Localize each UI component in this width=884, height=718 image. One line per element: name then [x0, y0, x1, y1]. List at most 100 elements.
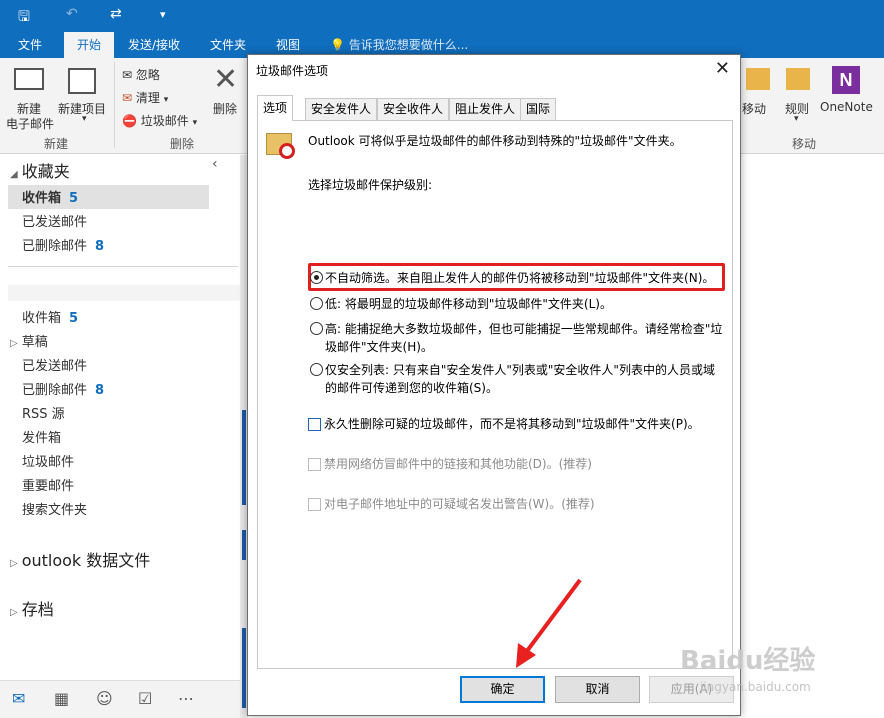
move-label[interactable]: 移动: [742, 100, 766, 117]
folder-outbox[interactable]: 发件箱: [22, 427, 61, 446]
junk-label: 垃圾邮件: [140, 114, 189, 128]
fav-inbox[interactable]: 收件箱 5: [22, 187, 78, 206]
archive-header[interactable]: ▷ 存档: [10, 596, 54, 620]
ignore-icon: ✉: [122, 68, 133, 82]
tab-safe-senders[interactable]: 安全发件人: [305, 98, 378, 120]
collapse-pane-icon[interactable]: ‹: [212, 156, 218, 172]
fav-deleted[interactable]: 已删除邮件 8: [22, 235, 104, 254]
tab-international[interactable]: 国际: [520, 98, 557, 120]
delete-x-icon[interactable]: ✕: [213, 62, 238, 97]
group-move-label: 移动: [792, 137, 817, 151]
block-icon: [279, 143, 295, 159]
expand-icon: ▷: [10, 338, 18, 349]
tab-home[interactable]: 开始: [64, 32, 114, 58]
tab-blocked-senders[interactable]: 阻止发件人: [449, 98, 522, 120]
folder-drafts-label: 草稿: [21, 335, 48, 350]
tab-send-receive[interactable]: 发送/接收: [124, 32, 184, 58]
folder-important-label: 重要邮件: [22, 479, 75, 494]
watermark-logo: Baidu经验: [680, 646, 816, 676]
expand-icon: ▷: [10, 607, 18, 618]
customize-toolbar-icon[interactable]: ▾: [160, 8, 166, 21]
favorites-header[interactable]: ◢ 收藏夹: [10, 158, 70, 182]
new-email-icon[interactable]: [14, 68, 44, 90]
option-safe-label-2[interactable]: 的邮件可传递到您的收件箱(S)。: [325, 379, 498, 397]
radio-high[interactable]: [310, 322, 323, 335]
folder-rss-label: RSS 源: [22, 407, 65, 422]
folder-junk-label: 垃圾邮件: [22, 455, 75, 470]
tab-safe-recipients[interactable]: 安全收件人: [377, 98, 450, 120]
rules-chevron-icon[interactable]: ▾: [794, 114, 799, 124]
new-items-icon[interactable]: [68, 68, 96, 94]
cancel-button[interactable]: 取消: [555, 676, 640, 703]
folder-important[interactable]: 重要邮件: [22, 475, 74, 494]
ignore-button[interactable]: ✉ 忽略: [122, 66, 160, 83]
folder-sent[interactable]: 已发送邮件: [22, 355, 87, 374]
archive-label: 存档: [21, 600, 54, 619]
fav-deleted-label: 已删除邮件: [22, 239, 88, 254]
warn-domain-label: 对电子邮件地址中的可疑域名发出警告(W)。(推荐): [324, 497, 595, 511]
message-indicator: [242, 410, 246, 505]
folder-deleted[interactable]: 已删除邮件 8: [22, 379, 104, 398]
chevron-down-icon[interactable]: ▾: [82, 114, 87, 124]
folder-junk[interactable]: 垃圾邮件: [22, 451, 74, 470]
junk-icon: ⛔: [122, 114, 137, 128]
option-no-filter-label[interactable]: 不自动筛选。来自阻止发件人的邮件仍将被移动到"垃圾邮件"文件夹(N)。: [325, 269, 714, 287]
options-panel: Outlook 可将似乎是垃圾邮件的邮件移动到特殊的"垃圾邮件"文件夹。 选择垃…: [257, 120, 733, 669]
perm-delete-label[interactable]: 永久性删除可疑的垃圾邮件，而不是将其移动到"垃圾邮件"文件夹(P)。: [324, 415, 700, 433]
title-bar: 🖫 ↶ ⇄ ▾: [0, 0, 884, 32]
fav-inbox-count: 5: [69, 191, 79, 206]
data-file-label: outlook 数据文件: [21, 551, 151, 570]
folder-drafts[interactable]: ▷ 草稿: [10, 331, 48, 350]
folder-rss[interactable]: RSS 源: [22, 403, 65, 422]
onenote-label[interactable]: OneNote: [820, 100, 873, 114]
folder-outbox-label: 发件箱: [22, 431, 62, 446]
dialog-title: 垃圾邮件选项: [256, 64, 329, 78]
folder-inbox[interactable]: 收件箱 5: [22, 307, 78, 326]
expand-icon: ▷: [10, 558, 18, 569]
new-email-label2[interactable]: 电子邮件: [6, 115, 54, 132]
fav-sent-label: 已发送邮件: [22, 215, 88, 230]
message-indicator: [242, 530, 246, 560]
perm-delete-checkbox[interactable]: [308, 418, 321, 431]
tab-file[interactable]: 文件: [14, 32, 46, 58]
folder-inbox-label: 收件箱: [22, 311, 62, 326]
save-icon[interactable]: 🖫: [18, 6, 30, 30]
radio-low[interactable]: [310, 297, 323, 310]
option-high-label[interactable]: 高: 能捕捉绝大多数垃圾邮件，但也可能捕捉一些常规邮件。请经常检查"垃: [325, 320, 722, 338]
clean-icon: ✉: [122, 91, 133, 105]
more-icon[interactable]: ⋯: [178, 689, 194, 708]
radio-no-filter[interactable]: [310, 271, 323, 284]
tab-folder[interactable]: 文件夹: [206, 32, 250, 58]
option-high-label-2[interactable]: 圾邮件"文件夹(H)。: [325, 338, 433, 356]
tab-options[interactable]: 选项: [257, 95, 294, 121]
warn-domain-checkbox: [308, 498, 321, 511]
clean-button[interactable]: ✉ 清理 ▾: [122, 89, 168, 106]
option-low-label[interactable]: 低: 将最明显的垃圾邮件移动到"垃圾邮件"文件夹(L)。: [325, 295, 612, 313]
close-icon[interactable]: ✕: [715, 58, 730, 79]
fav-sent[interactable]: 已发送邮件: [22, 211, 87, 230]
tasks-icon[interactable]: ☑: [138, 689, 152, 708]
junk-button[interactable]: ⛔ 垃圾邮件 ▾: [122, 112, 197, 129]
ok-button[interactable]: 确定: [460, 676, 545, 703]
folder-search-label: 搜索文件夹: [22, 503, 88, 518]
onenote-icon[interactable]: N: [832, 66, 860, 94]
calendar-icon[interactable]: ▦: [54, 689, 69, 708]
sync-icon[interactable]: ⇄: [110, 6, 122, 22]
mail-icon[interactable]: ✉: [12, 689, 25, 708]
folder-search[interactable]: 搜索文件夹: [22, 499, 87, 518]
data-file-header[interactable]: ▷ outlook 数据文件: [10, 547, 150, 571]
junk-options-dialog: 垃圾邮件选项 ✕ 选项 安全发件人 安全收件人 阻止发件人 国际 Outlook…: [247, 54, 741, 716]
undo-icon[interactable]: ↶: [66, 6, 78, 22]
people-icon[interactable]: ☺: [96, 689, 113, 708]
rules-icon[interactable]: [786, 68, 810, 90]
expand-icon: ◢: [10, 169, 18, 180]
option-safe-label[interactable]: 仅安全列表: 只有来自"安全发件人"列表或"安全收件人"列表中的人员或域: [325, 361, 715, 379]
folder-sent-label: 已发送邮件: [22, 359, 88, 374]
account-header[interactable]: [8, 285, 240, 301]
radio-safe-lists[interactable]: [310, 363, 323, 376]
red-arrow-annotation: [516, 578, 582, 668]
message-indicator: [242, 628, 246, 708]
move-folder-icon[interactable]: [746, 68, 770, 90]
delete-label[interactable]: 删除: [213, 100, 237, 117]
watermark-url: jingyan.baidu.com: [700, 680, 811, 694]
